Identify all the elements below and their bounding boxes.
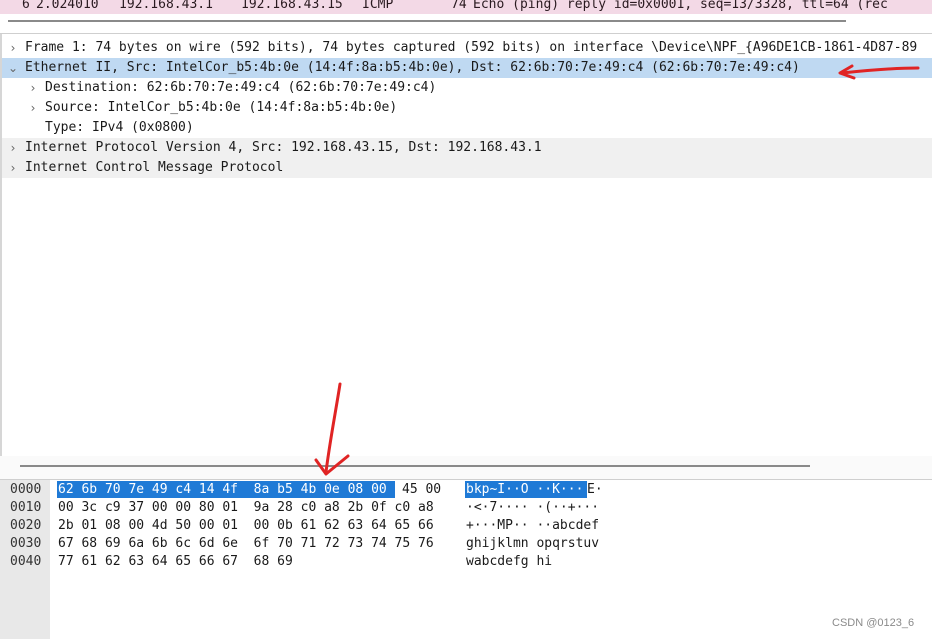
ascii-row-4[interactable]: wabcdefg hi [466, 554, 552, 569]
tree-item-frame-label: Frame 1: 74 bytes on wire (592 bits), 74… [25, 40, 918, 55]
chevron-right-icon[interactable]: › [26, 98, 40, 118]
tree-item-destination[interactable]: › Destination: 62:6b:70:7e:49:c4 (62:6b:… [2, 78, 932, 98]
details-hscrollbar[interactable] [20, 465, 810, 467]
ascii-row-3[interactable]: ghijklmn opqrstuv [466, 536, 599, 551]
offset-0010: 0010 [10, 500, 42, 515]
tree-item-icmp[interactable]: › Internet Control Message Protocol [2, 158, 932, 178]
chevron-right-icon[interactable]: › [6, 138, 20, 158]
tree-item-source-label: Source: IntelCor_b5:4b:0e (14:4f:8a:b5:4… [45, 100, 398, 115]
tree-item-type-label: Type: IPv4 (0x0800) [45, 120, 194, 135]
tree-item-type[interactable]: Type: IPv4 (0x0800) [2, 118, 932, 138]
packet-source: 192.168.43.1 [119, 0, 213, 12]
hex-row-0-rest[interactable]: 45 00 [402, 482, 441, 497]
chevron-right-icon[interactable]: › [26, 78, 40, 98]
hex-row-3[interactable]: 67 68 69 6a 6b 6c 6d 6e 6f 70 71 72 73 7… [58, 536, 434, 551]
ascii-row-2[interactable]: +···MP·· ··abcdef [466, 518, 599, 533]
packet-time: 2.024010 [36, 0, 99, 12]
tree-item-icmp-label: Internet Control Message Protocol [25, 160, 284, 175]
packet-info: Echo (ping) reply id=0x0001, seq=13/3328… [473, 0, 888, 12]
packet-protocol: ICMP [362, 0, 394, 12]
watermark: CSDN @0123_6 [832, 617, 915, 629]
tree-item-ethernet-label: Ethernet II, Src: IntelCor_b5:4b:0e (14:… [25, 60, 800, 75]
packet-destination: 192.168.43.15 [241, 0, 343, 12]
pane-splitter[interactable] [0, 456, 932, 480]
annotation-arrow-down-icon [314, 382, 350, 476]
hex-row-1[interactable]: 00 3c c9 37 00 00 80 01 9a 28 c0 a8 2b 0… [58, 500, 434, 515]
packet-no: 6 [22, 0, 30, 12]
pane-divider-top [0, 33, 932, 34]
chevron-right-icon[interactable]: › [6, 158, 20, 178]
tree-item-source[interactable]: › Source: IntelCor_b5:4b:0e (14:4f:8a:b5… [2, 98, 932, 118]
pane-divider-bottom [0, 479, 932, 480]
annotation-arrow-left-icon [838, 64, 920, 80]
packet-length: 74 [451, 0, 467, 12]
offset-0000: 0000 [10, 482, 42, 497]
tree-item-ethernet[interactable]: ⌄ Ethernet II, Src: IntelCor_b5:4b:0e (1… [2, 58, 932, 78]
ascii-row-0-rest[interactable]: E· [587, 482, 603, 497]
packet-list-row[interactable]: 6 2.024010 192.168.43.1 192.168.43.15 IC… [0, 0, 932, 14]
chevron-right-icon[interactable]: › [6, 38, 20, 58]
offset-0040: 0040 [10, 554, 42, 569]
tree-item-frame[interactable]: › Frame 1: 74 bytes on wire (592 bits), … [2, 38, 932, 58]
hex-row-4[interactable]: 77 61 62 63 64 65 66 67 68 69 [58, 554, 293, 569]
tree-item-ip[interactable]: › Internet Protocol Version 4, Src: 192.… [2, 138, 932, 158]
hex-row-0-selected[interactable]: 62 6b 70 7e 49 c4 14 4f 8a b5 4b 0e 08 0… [58, 482, 387, 497]
chevron-down-icon[interactable]: ⌄ [6, 58, 20, 78]
ascii-row-0-selected[interactable]: bkp~I··O ··K··· [466, 482, 583, 497]
tree-item-destination-label: Destination: 62:6b:70:7e:49:c4 (62:6b:70… [45, 80, 437, 95]
ascii-row-1[interactable]: ·<·7···· ·(··+··· [466, 500, 599, 515]
offset-0030: 0030 [10, 536, 42, 551]
hex-row-2[interactable]: 2b 01 08 00 4d 50 00 01 00 0b 61 62 63 6… [58, 518, 434, 533]
tree-item-ip-label: Internet Protocol Version 4, Src: 192.16… [25, 140, 542, 155]
packet-list-hscrollbar[interactable] [8, 20, 846, 22]
offset-0020: 0020 [10, 518, 42, 533]
